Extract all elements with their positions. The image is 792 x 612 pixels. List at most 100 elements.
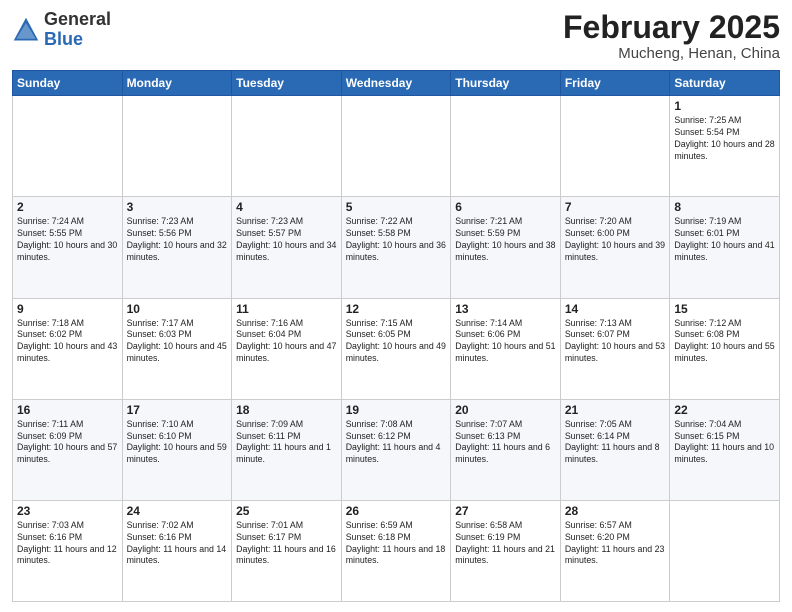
- day-info: Sunrise: 7:18 AM Sunset: 6:02 PM Dayligh…: [17, 318, 118, 366]
- calendar-cell: 15 Sunrise: 7:12 AM Sunset: 6:08 PM Dayli…: [670, 298, 780, 399]
- day-info: Sunrise: 6:59 AM Sunset: 6:18 PM Dayligh…: [346, 520, 447, 568]
- calendar-cell: [670, 500, 780, 601]
- day-info: Sunrise: 7:02 AM Sunset: 6:16 PM Dayligh…: [127, 520, 228, 568]
- day-number: 11: [236, 302, 337, 316]
- calendar-cell: 3 Sunrise: 7:23 AM Sunset: 5:56 PM Daylig…: [122, 197, 232, 298]
- calendar-cell: 7 Sunrise: 7:20 AM Sunset: 6:00 PM Daylig…: [560, 197, 670, 298]
- calendar-cell: 11 Sunrise: 7:16 AM Sunset: 6:04 PM Dayli…: [232, 298, 342, 399]
- calendar-cell: 9 Sunrise: 7:18 AM Sunset: 6:02 PM Daylig…: [13, 298, 123, 399]
- day-info: Sunrise: 6:58 AM Sunset: 6:19 PM Dayligh…: [455, 520, 556, 568]
- day-info: Sunrise: 7:19 AM Sunset: 6:01 PM Dayligh…: [674, 216, 775, 264]
- day-number: 10: [127, 302, 228, 316]
- calendar-row-0: 1Sunrise: 7:25 AM Sunset: 5:54 PM Daylig…: [13, 96, 780, 197]
- col-friday: Friday: [560, 71, 670, 96]
- calendar-cell: 25 Sunrise: 7:01 AM Sunset: 6:17 PM Dayli…: [232, 500, 342, 601]
- calendar-cell: [13, 96, 123, 197]
- day-info: Sunrise: 7:20 AM Sunset: 6:00 PM Dayligh…: [565, 216, 666, 264]
- day-info: Sunrise: 6:57 AM Sunset: 6:20 PM Dayligh…: [565, 520, 666, 568]
- calendar-row-1: 2Sunrise: 7:24 AM Sunset: 5:55 PM Daylig…: [13, 197, 780, 298]
- day-info: Sunrise: 7:07 AM Sunset: 6:13 PM Dayligh…: [455, 419, 556, 467]
- day-info: Sunrise: 7:12 AM Sunset: 6:08 PM Dayligh…: [674, 318, 775, 366]
- day-number: 4: [236, 200, 337, 214]
- day-info: Sunrise: 7:09 AM Sunset: 6:11 PM Dayligh…: [236, 419, 337, 467]
- col-tuesday: Tuesday: [232, 71, 342, 96]
- calendar-cell: 18 Sunrise: 7:09 AM Sunset: 6:11 PM Dayli…: [232, 399, 342, 500]
- day-number: 28: [565, 504, 666, 518]
- day-info: Sunrise: 7:15 AM Sunset: 6:05 PM Dayligh…: [346, 318, 447, 366]
- header-row: Sunday Monday Tuesday Wednesday Thursday…: [13, 71, 780, 96]
- day-info: Sunrise: 7:25 AM Sunset: 5:54 PM Dayligh…: [674, 115, 775, 163]
- logo-blue: Blue: [44, 29, 83, 49]
- day-number: 5: [346, 200, 447, 214]
- day-number: 6: [455, 200, 556, 214]
- day-number: 8: [674, 200, 775, 214]
- calendar-cell: 4 Sunrise: 7:23 AM Sunset: 5:57 PM Daylig…: [232, 197, 342, 298]
- day-number: 18: [236, 403, 337, 417]
- day-info: Sunrise: 7:14 AM Sunset: 6:06 PM Dayligh…: [455, 318, 556, 366]
- calendar-cell: 20 Sunrise: 7:07 AM Sunset: 6:13 PM Dayli…: [451, 399, 561, 500]
- day-number: 2: [17, 200, 118, 214]
- day-number: 3: [127, 200, 228, 214]
- calendar-cell: 10 Sunrise: 7:17 AM Sunset: 6:03 PM Dayli…: [122, 298, 232, 399]
- calendar-cell: 24 Sunrise: 7:02 AM Sunset: 6:16 PM Dayli…: [122, 500, 232, 601]
- day-info: Sunrise: 7:13 AM Sunset: 6:07 PM Dayligh…: [565, 318, 666, 366]
- day-info: Sunrise: 7:22 AM Sunset: 5:58 PM Dayligh…: [346, 216, 447, 264]
- logo-text: General Blue: [44, 10, 111, 50]
- calendar-cell: 22 Sunrise: 7:04 AM Sunset: 6:15 PM Dayli…: [670, 399, 780, 500]
- calendar-cell: 2Sunrise: 7:24 AM Sunset: 5:55 PM Daylig…: [13, 197, 123, 298]
- day-number: 15: [674, 302, 775, 316]
- day-number: 9: [17, 302, 118, 316]
- calendar-cell: 21 Sunrise: 7:05 AM Sunset: 6:14 PM Dayli…: [560, 399, 670, 500]
- day-info: Sunrise: 7:04 AM Sunset: 6:15 PM Dayligh…: [674, 419, 775, 467]
- calendar-cell: 16Sunrise: 7:11 AM Sunset: 6:09 PM Dayli…: [13, 399, 123, 500]
- day-number: 19: [346, 403, 447, 417]
- day-number: 14: [565, 302, 666, 316]
- day-number: 27: [455, 504, 556, 518]
- calendar-cell: [560, 96, 670, 197]
- calendar-cell: 27 Sunrise: 6:58 AM Sunset: 6:19 PM Dayli…: [451, 500, 561, 601]
- day-info: Sunrise: 7:17 AM Sunset: 6:03 PM Dayligh…: [127, 318, 228, 366]
- day-number: 22: [674, 403, 775, 417]
- day-number: 12: [346, 302, 447, 316]
- day-number: 7: [565, 200, 666, 214]
- location: Mucheng, Henan, China: [563, 45, 780, 62]
- day-number: 23: [17, 504, 118, 518]
- col-sunday: Sunday: [13, 71, 123, 96]
- day-info: Sunrise: 7:10 AM Sunset: 6:10 PM Dayligh…: [127, 419, 228, 467]
- day-number: 24: [127, 504, 228, 518]
- month-year: February 2025: [563, 10, 780, 45]
- day-info: Sunrise: 7:21 AM Sunset: 5:59 PM Dayligh…: [455, 216, 556, 264]
- calendar-row-3: 16Sunrise: 7:11 AM Sunset: 6:09 PM Dayli…: [13, 399, 780, 500]
- calendar-table: Sunday Monday Tuesday Wednesday Thursday…: [12, 70, 780, 602]
- calendar-cell: 6 Sunrise: 7:21 AM Sunset: 5:59 PM Daylig…: [451, 197, 561, 298]
- col-thursday: Thursday: [451, 71, 561, 96]
- col-saturday: Saturday: [670, 71, 780, 96]
- day-info: Sunrise: 7:23 AM Sunset: 5:56 PM Dayligh…: [127, 216, 228, 264]
- day-number: 25: [236, 504, 337, 518]
- calendar-cell: [122, 96, 232, 197]
- logo-icon: [12, 16, 40, 44]
- day-number: 20: [455, 403, 556, 417]
- calendar-cell: [232, 96, 342, 197]
- day-info: Sunrise: 7:23 AM Sunset: 5:57 PM Dayligh…: [236, 216, 337, 264]
- calendar-cell: 17Sunrise: 7:10 AM Sunset: 6:10 PM Dayli…: [122, 399, 232, 500]
- day-info: Sunrise: 7:11 AM Sunset: 6:09 PM Dayligh…: [17, 419, 118, 467]
- col-monday: Monday: [122, 71, 232, 96]
- calendar-cell: 8 Sunrise: 7:19 AM Sunset: 6:01 PM Daylig…: [670, 197, 780, 298]
- day-info: Sunrise: 7:03 AM Sunset: 6:16 PM Dayligh…: [17, 520, 118, 568]
- day-info: Sunrise: 7:16 AM Sunset: 6:04 PM Dayligh…: [236, 318, 337, 366]
- calendar-cell: 5 Sunrise: 7:22 AM Sunset: 5:58 PM Daylig…: [341, 197, 451, 298]
- day-info: Sunrise: 7:05 AM Sunset: 6:14 PM Dayligh…: [565, 419, 666, 467]
- day-info: Sunrise: 7:08 AM Sunset: 6:12 PM Dayligh…: [346, 419, 447, 467]
- calendar-cell: 23 Sunrise: 7:03 AM Sunset: 6:16 PM Dayli…: [13, 500, 123, 601]
- day-number: 13: [455, 302, 556, 316]
- calendar-cell: 26 Sunrise: 6:59 AM Sunset: 6:18 PM Dayli…: [341, 500, 451, 601]
- day-number: 26: [346, 504, 447, 518]
- col-wednesday: Wednesday: [341, 71, 451, 96]
- day-info: Sunrise: 7:01 AM Sunset: 6:17 PM Dayligh…: [236, 520, 337, 568]
- header: General Blue February 2025 Mucheng, Hena…: [12, 10, 780, 62]
- calendar-cell: 14 Sunrise: 7:13 AM Sunset: 6:07 PM Dayli…: [560, 298, 670, 399]
- day-number: 21: [565, 403, 666, 417]
- calendar-cell: 28 Sunrise: 6:57 AM Sunset: 6:20 PM Dayli…: [560, 500, 670, 601]
- calendar-cell: [451, 96, 561, 197]
